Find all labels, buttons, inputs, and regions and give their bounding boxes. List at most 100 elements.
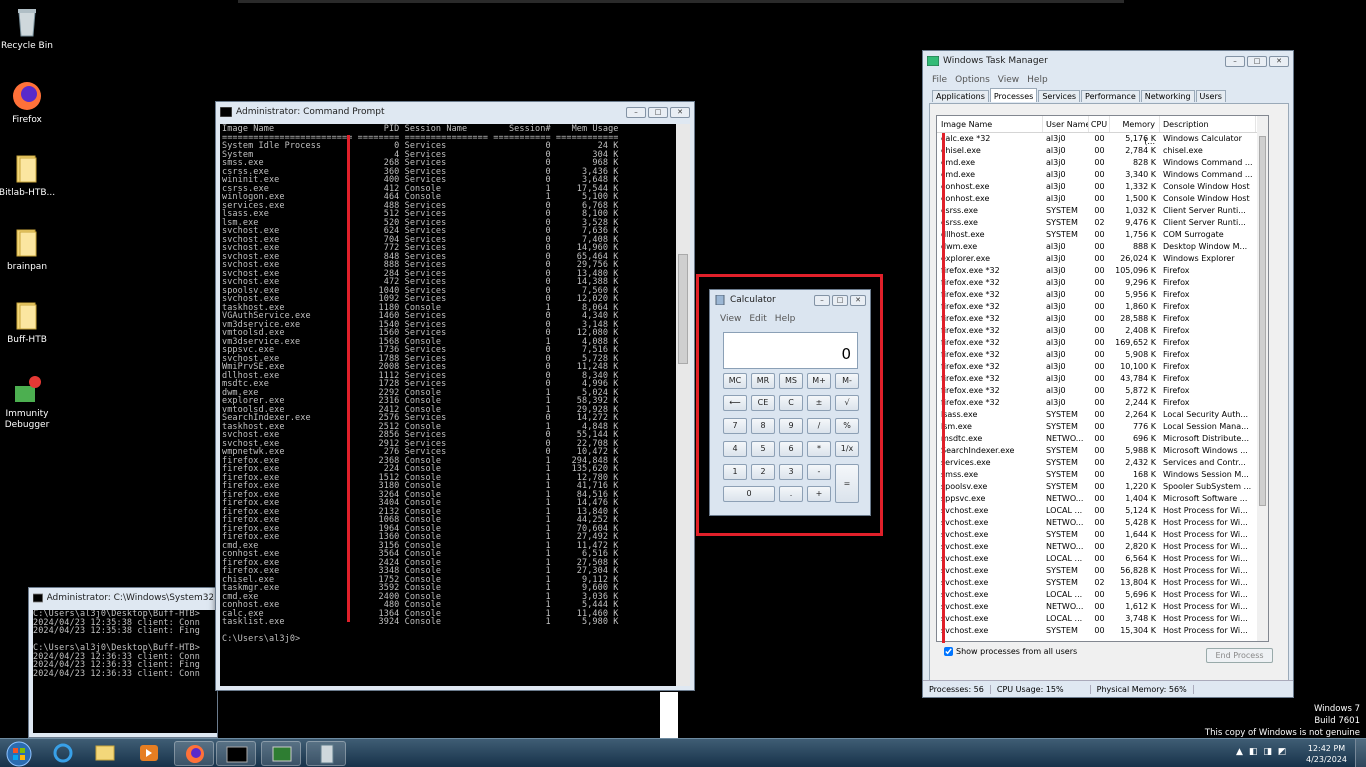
calc-key[interactable]: ⟵ [723,395,747,411]
close-button[interactable]: ✕ [1269,55,1289,67]
maximize-button[interactable]: □ [832,294,848,306]
table-row[interactable]: firefox.exe *32 al3j0 00 28,588 K Firefox [937,313,1268,325]
table-row[interactable]: spoolsv.exe SYSTEM 00 1,220 K Spooler SubSys… [937,481,1268,493]
calc-key[interactable]: MR [751,373,775,389]
calc-key[interactable]: 1/x [835,441,859,457]
calculator-window[interactable]: Calculator – □ ✕ View Edit Help 0 MC MR MS M+ M-… [709,289,871,516]
tab-users[interactable]: Users [1195,90,1226,102]
close-button[interactable]: ✕ [850,294,866,306]
taskmgr-titlebar[interactable]: Windows Task Manager – □ ✕ [923,51,1293,71]
calc-key[interactable]: . [779,486,803,502]
process-list-scrollbar[interactable] [1257,116,1268,641]
table-row[interactable]: explorer.exe al3j0 00 26,024 K Windows Explo… [937,253,1268,265]
minimize-button[interactable]: – [1225,55,1245,67]
table-row[interactable]: chisel.exe al3j0 00 2,784 K chisel.exe [937,145,1268,157]
taskbar-explorer[interactable] [85,741,125,766]
cmd-back-titlebar[interactable]: Administrator: C:\Windows\System32\cmd.e… [29,588,217,608]
table-row[interactable]: csrss.exe SYSTEM 00 1,032 K Client Server Ru… [937,205,1268,217]
table-row[interactable]: conhost.exe al3j0 00 1,500 K Console Window … [937,193,1268,205]
table-row[interactable]: svchost.exe LOCAL ... 00 5,696 K Host Proces… [937,589,1268,601]
table-row[interactable]: firefox.exe *32 al3j0 00 2,408 K Firefox [937,325,1268,337]
table-row[interactable]: msdtc.exe NETWO... 00 696 K Microsoft Distri… [937,433,1268,445]
calc-key[interactable]: 2 [751,464,775,480]
table-row[interactable]: lsass.exe SYSTEM 00 2,264 K Local Security A… [937,409,1268,421]
cmd-main-titlebar[interactable]: Administrator: Command Prompt – □ ✕ [216,102,694,122]
minimize-button[interactable]: – [626,106,646,118]
desktop-icon-bitlab[interactable]: Bitlab-HTB... [0,153,62,199]
taskbar-media-player[interactable] [129,741,169,766]
taskbar-ie[interactable] [43,741,83,766]
table-row[interactable]: svchost.exe SYSTEM 00 15,304 K Host Process … [937,625,1268,637]
table-row[interactable]: svchost.exe NETWO... 00 2,820 K Host Process… [937,541,1268,553]
tab-services[interactable]: Services [1038,90,1081,102]
calc-key[interactable]: ± [807,395,831,411]
table-row[interactable]: svchost.exe SYSTEM 00 1,644 K Host Process f… [937,529,1268,541]
table-row[interactable]: svchost.exe NETWO... 00 1,612 K Host Process… [937,601,1268,613]
table-row[interactable]: firefox.exe *32 al3j0 00 169,652 K Firefox [937,337,1268,349]
column-header-description[interactable]: Description [1160,116,1256,132]
calc-key[interactable]: 4 [723,441,747,457]
task-manager-window[interactable]: Windows Task Manager – □ ✕ File Options View… [922,50,1294,698]
tab-applications[interactable]: Applications [932,90,989,102]
desktop-icon-recycle-bin[interactable]: Recycle Bin [0,6,62,52]
table-row[interactable]: firefox.exe *32 al3j0 00 105,096 K Firefox [937,265,1268,277]
table-row[interactable]: cmd.exe al3j0 00 3,340 K Windows Command ... [937,169,1268,181]
calc-key[interactable]: MS [779,373,803,389]
calc-key[interactable]: CE [751,395,775,411]
table-row[interactable]: firefox.exe *32 al3j0 00 5,956 K Firefox [937,289,1268,301]
menu-options[interactable]: Options [955,75,990,85]
table-row[interactable]: smss.exe SYSTEM 00 168 K Windows Session M..… [937,469,1268,481]
calc-key[interactable]: 8 [751,418,775,434]
start-button[interactable] [5,740,33,767]
table-row[interactable]: csrss.exe SYSTEM 02 9,476 K Client Server Ru… [937,217,1268,229]
table-row[interactable]: svchost.exe LOCAL ... 00 3,748 K Host Proces… [937,613,1268,625]
calc-key[interactable]: - [807,464,831,480]
table-row[interactable]: sppsvc.exe NETWO... 00 1,404 K Microsoft Sof… [937,493,1268,505]
table-row[interactable]: dllhost.exe SYSTEM 00 1,756 K COM Surrogate [937,229,1268,241]
show-all-users-checkbox[interactable] [944,647,953,656]
minimize-button[interactable]: – [814,294,830,306]
column-header-memory[interactable]: Memory (... [1110,116,1160,146]
show-all-users-option[interactable]: Show processes from all users [944,647,1077,656]
calc-key[interactable]: 3 [779,464,803,480]
cmd-window-main[interactable]: Administrator: Command Prompt – □ ✕ Image … [215,101,695,691]
calc-key[interactable]: + [807,486,831,502]
calc-key[interactable]: √ [835,395,859,411]
table-row[interactable]: conhost.exe al3j0 00 1,332 K Console Window … [937,181,1268,193]
table-row[interactable]: svchost.exe SYSTEM 02 13,804 K Host Process … [937,577,1268,589]
table-row[interactable]: svchost.exe LOCAL ... 00 5,124 K Host Proces… [937,505,1268,517]
column-header-cpu[interactable]: CPU [1089,116,1110,132]
calc-key[interactable]: 0 [723,486,775,502]
column-header-image-name[interactable]: Image Name [937,116,1043,132]
calc-key[interactable]: / [807,418,831,434]
calc-key[interactable]: 1 [723,464,747,480]
table-row[interactable]: firefox.exe *32 al3j0 00 9,296 K Firefox [937,277,1268,289]
desktop-icon-buff-htb[interactable]: Buff-HTB [0,300,62,346]
calculator-titlebar[interactable]: Calculator – □ ✕ [710,290,870,310]
table-row[interactable]: svchost.exe NETWO... 00 5,428 K Host Process… [937,517,1268,529]
cmd-back-console[interactable]: C:\Users\al3j0\Desktop\Buff-HTB> 2024/04… [33,610,217,733]
calc-key[interactable]: 5 [751,441,775,457]
scrollbar-thumb[interactable] [678,254,688,364]
calc-key[interactable]: MC [723,373,747,389]
table-row[interactable]: firefox.exe *32 al3j0 00 43,784 K Firefox [937,373,1268,385]
end-process-button[interactable]: End Process [1206,648,1273,663]
calc-key[interactable]: * [807,441,831,457]
table-row[interactable]: firefox.exe *32 al3j0 00 2,244 K Firefox [937,397,1268,409]
table-row[interactable]: cmd.exe al3j0 00 828 K Windows Command ... [937,157,1268,169]
taskbar-task-manager[interactable] [261,741,301,766]
table-row[interactable]: lsm.exe SYSTEM 00 776 K Local Session Mana..… [937,421,1268,433]
table-row[interactable]: dwm.exe al3j0 00 888 K Desktop Window M... [937,241,1268,253]
table-row[interactable]: firefox.exe *32 al3j0 00 10,100 K Firefox [937,361,1268,373]
menu-view[interactable]: View [720,314,741,324]
desktop-icon-immunity-debugger[interactable]: Immunity Debugger [0,374,62,431]
desktop-icon-brainpan[interactable]: brainpan [0,227,62,273]
calc-key[interactable]: % [835,418,859,434]
tray-icons[interactable]: ▲◧◨◩ [1236,747,1292,757]
desktop-icon-firefox[interactable]: Firefox [0,80,62,126]
scrollbar-thumb[interactable] [1259,136,1266,506]
taskbar-firefox[interactable] [174,741,214,766]
maximize-button[interactable]: □ [648,106,668,118]
menu-help[interactable]: Help [775,314,796,324]
table-row[interactable]: firefox.exe *32 al3j0 00 1,860 K Firefox [937,301,1268,313]
